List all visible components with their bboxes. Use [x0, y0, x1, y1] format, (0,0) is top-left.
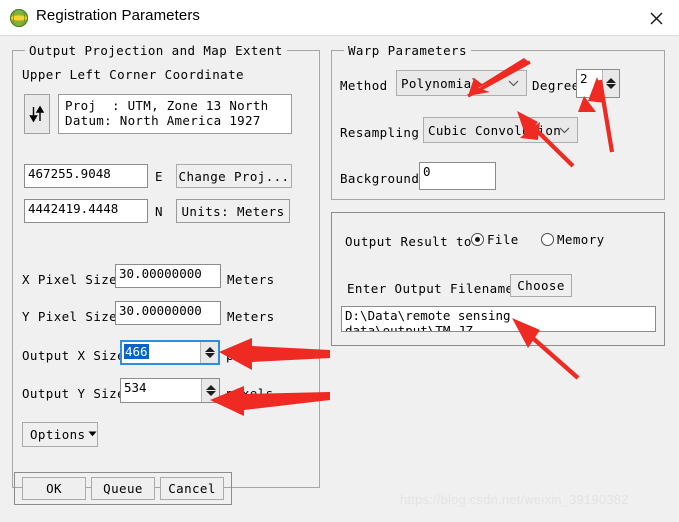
output-x-size-label: Output X Size — [22, 348, 126, 363]
output-x-size-stepper[interactable]: 466 — [120, 340, 220, 365]
cancel-button[interactable]: Cancel — [160, 477, 224, 500]
dialog-body: Output Projection and Map Extent Upper L… — [0, 36, 679, 522]
output-filename-field[interactable]: D:\Data\remote sensing data\output\TM_JZ… — [341, 306, 656, 332]
output-y-size-label: Output Y Size — [22, 386, 126, 401]
choose-button[interactable]: Choose — [510, 274, 572, 297]
globe-icon — [9, 8, 29, 28]
resampling-label: Resampling — [340, 125, 420, 140]
watermark: https://blog.csdn.net/weixin_39190382 — [400, 492, 629, 507]
degree-label: Degree — [532, 78, 580, 93]
upper-left-corner-label: Upper Left Corner Coordinate — [22, 67, 244, 82]
window-title: Registration Parameters — [36, 7, 201, 24]
x-pixel-size-field[interactable]: 30.00000000 — [115, 264, 221, 288]
resampling-value: Cubic Convolution — [428, 122, 562, 138]
resampling-dropdown[interactable]: Cubic Convolution — [423, 117, 578, 143]
background-field[interactable]: 0 — [419, 162, 496, 190]
output-y-size-spin-buttons[interactable] — [201, 379, 219, 402]
up-down-arrows-icon[interactable] — [24, 94, 50, 134]
spin-up-icon[interactable] — [204, 347, 215, 352]
projection-info-box: Proj : UTM, Zone 13 North Datum: North A… — [58, 94, 292, 134]
output-result-to-label: Output Result to — [345, 234, 472, 249]
spin-up-icon[interactable] — [606, 78, 616, 83]
options-button-label: Options — [30, 427, 86, 442]
output-x-size-spin-buttons[interactable] — [200, 342, 218, 363]
degree-spin-buttons[interactable] — [602, 70, 619, 97]
background-label: Background — [340, 171, 420, 186]
x-pixel-size-label: X Pixel Size — [22, 272, 118, 287]
ok-button[interactable]: OK — [22, 477, 86, 500]
output-file-radio-row[interactable]: File — [471, 232, 519, 247]
y-pixel-size-unit-label: Meters — [227, 309, 275, 324]
x-pixel-size-unit-label: Meters — [227, 272, 275, 287]
y-pixel-size-field[interactable]: 30.00000000 — [115, 301, 221, 325]
spin-down-icon[interactable] — [205, 391, 216, 396]
output-x-size-value: 466 — [124, 344, 149, 359]
degree-stepper[interactable]: 2 — [576, 69, 620, 98]
memory-radio-label: Memory — [557, 232, 605, 247]
method-dropdown[interactable]: Polynomial — [396, 70, 527, 96]
warp-parameters-group-title: Warp Parameters — [344, 43, 471, 58]
northing-unit-label: N — [155, 204, 163, 219]
file-radio[interactable] — [471, 233, 484, 246]
title-bar: Registration Parameters — [0, 0, 679, 36]
northing-field[interactable]: 4442419.4448 — [24, 199, 148, 223]
method-label: Method — [340, 78, 388, 93]
triangle-down-icon — [87, 427, 98, 442]
queue-button[interactable]: Queue — [91, 477, 155, 500]
close-icon[interactable] — [633, 0, 679, 36]
output-x-size-unit-label: pixels — [226, 348, 274, 363]
method-value: Polynomial — [401, 75, 480, 91]
memory-radio[interactable] — [541, 233, 554, 246]
easting-field[interactable]: 467255.9048 — [24, 164, 148, 188]
easting-unit-label: E — [155, 169, 163, 184]
units-label: Units: Meters — [176, 199, 290, 223]
change-proj-button[interactable]: Change Proj... — [176, 164, 292, 188]
chevron-down-icon — [508, 76, 519, 91]
y-pixel-size-label: Y Pixel Size — [22, 309, 118, 324]
options-button[interactable]: Options — [22, 422, 98, 447]
output-memory-radio-row[interactable]: Memory — [541, 232, 605, 247]
spin-down-icon[interactable] — [606, 84, 616, 89]
enter-output-filename-label: Enter Output Filename — [347, 281, 514, 296]
chevron-down-icon — [559, 123, 570, 138]
spin-up-icon[interactable] — [205, 385, 216, 390]
spin-down-icon[interactable] — [204, 353, 215, 358]
output-projection-group-title: Output Projection and Map Extent — [25, 43, 287, 58]
output-y-size-unit-label: pixels — [226, 386, 274, 401]
output-y-size-stepper[interactable]: 534 — [120, 378, 220, 403]
file-radio-label: File — [487, 232, 519, 247]
